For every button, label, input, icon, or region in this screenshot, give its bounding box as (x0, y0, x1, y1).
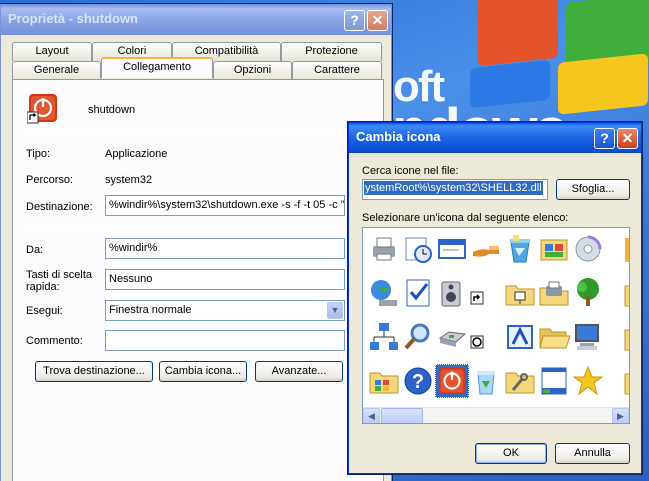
checklist-icon[interactable] (401, 276, 435, 310)
avanzate-button[interactable]: Avanzate... (255, 361, 343, 382)
cd-icon[interactable] (571, 232, 605, 266)
folder-partial2-icon[interactable] (605, 320, 629, 354)
tab-opzioni[interactable]: Opzioni (213, 61, 292, 80)
taskbar-icon[interactable] (537, 364, 571, 398)
icon-grid: ? (363, 228, 629, 408)
tipo-value: Applicazione (105, 148, 168, 160)
esegui-label: Esegui: (26, 305, 63, 317)
globe-icon[interactable] (367, 276, 401, 310)
trova-destinazione-button[interactable]: Trova destinazione... (35, 361, 153, 382)
power-icon (26, 92, 59, 124)
commento-field[interactable] (105, 330, 345, 351)
properties-titlebar[interactable]: Proprietà - shutdown ? ✕ (1, 5, 391, 35)
speaker-icon[interactable] (435, 276, 469, 310)
properties-window: Proprietà - shutdown ? ✕ Layout Colori C… (0, 4, 392, 481)
commento-label: Commento: (26, 335, 83, 347)
tree-icon[interactable] (571, 276, 605, 310)
scroll-thumb[interactable] (381, 408, 423, 423)
folder-partial3-icon[interactable] (605, 364, 629, 398)
change-icon-titlebar[interactable]: Cambia icona ? ✕ (349, 123, 641, 153)
da-label: Da: (26, 244, 44, 256)
tab-collegamento[interactable]: Collegamento (101, 57, 213, 78)
tab-carattere[interactable]: Carattere (292, 61, 382, 80)
control-panel-icon[interactable] (537, 232, 571, 266)
esegui-select[interactable]: Finestra normale ▼ (105, 300, 345, 321)
cancel-button[interactable]: Annulla (555, 443, 630, 464)
folder-partial-icon[interactable] (605, 276, 629, 310)
folder-apps-icon[interactable] (367, 364, 401, 398)
properties-title: Proprietà - shutdown (8, 11, 138, 26)
hand-icon[interactable] (469, 232, 503, 266)
search-file-label: Cerca icone nel file: (362, 165, 459, 177)
search-file-input[interactable]: ystemRoot%\system32\SHELL32.dll (362, 179, 548, 200)
tab-generale[interactable]: Generale (12, 61, 101, 80)
cambia-icona-button[interactable]: Cambia icona... (159, 361, 247, 382)
ok-button[interactable]: OK (475, 443, 547, 464)
da-field[interactable]: %windir% (105, 238, 345, 259)
recycle-full-icon[interactable] (503, 232, 537, 266)
horizontal-scrollbar[interactable]: ◀ ▶ (363, 407, 629, 423)
icon-list-label: Selezionare un'icona dal seguente elenco… (362, 212, 569, 224)
collegamento-panel: shutdown Tipo: Applicazione Percorso: sy… (12, 79, 384, 481)
recycle-empty-icon[interactable] (469, 364, 503, 398)
tasti-label: Tasti di scelta rapida: (26, 269, 93, 293)
settings-window-icon[interactable] (503, 320, 537, 354)
printer-folder-icon[interactable] (537, 276, 571, 310)
folder-tools-icon[interactable] (503, 364, 537, 398)
tab-protezione[interactable]: Protezione (281, 42, 382, 61)
window-icon[interactable] (435, 232, 469, 266)
destinazione-field[interactable]: %windir%\system32\shutdown.exe -s -f -t … (105, 195, 345, 216)
power-icon[interactable] (435, 364, 469, 398)
properties-close-button[interactable]: ✕ (367, 10, 388, 31)
svg-text:?: ? (412, 371, 424, 393)
star-icon[interactable] (571, 364, 605, 398)
partial-icon[interactable] (605, 232, 629, 266)
tab-layout[interactable]: Layout (12, 42, 92, 61)
separator-1 (24, 132, 374, 133)
change-icon-help-button[interactable]: ? (594, 128, 615, 149)
change-icon-title: Cambia icona (356, 129, 441, 144)
folder-network-icon[interactable] (503, 276, 537, 310)
browse-button[interactable]: Sfoglia... (556, 179, 630, 200)
shortcut-arrow-icon[interactable] (469, 276, 503, 310)
search-file-value: ystemRoot%\system32\SHELL32.dll (364, 181, 543, 195)
percorso-value: system32 (105, 174, 153, 186)
chevron-down-icon[interactable]: ▼ (327, 302, 343, 319)
percorso-label: Percorso: (26, 174, 74, 186)
change-icon-close-button[interactable]: ✕ (617, 128, 638, 149)
network-icon[interactable] (367, 320, 401, 354)
drive-icon[interactable] (435, 320, 469, 354)
folder-open-icon[interactable] (537, 320, 571, 354)
help-icon[interactable]: ? (401, 364, 435, 398)
esegui-value: Finestra normale (109, 304, 192, 316)
magnifier-icon[interactable] (401, 320, 435, 354)
tipo-label: Tipo: (26, 148, 51, 160)
tasti-field[interactable]: Nessuno (105, 269, 345, 290)
properties-help-button[interactable]: ? (344, 10, 365, 31)
destinazione-label: Destinazione: (26, 201, 93, 213)
printer-icon[interactable] (367, 232, 401, 266)
scroll-left-icon[interactable]: ◀ (363, 408, 380, 423)
change-icon-dialog: Cambia icona ? ✕ Cerca icone nel file: y… (348, 122, 642, 474)
separator-2 (24, 228, 374, 229)
icon-list[interactable]: ? ◀ ▶ (362, 227, 630, 424)
shortcut-arrow2-icon[interactable] (469, 320, 503, 354)
clock-icon[interactable] (401, 232, 435, 266)
scroll-right-icon[interactable]: ▶ (612, 408, 629, 423)
shortcut-name: shutdown (88, 104, 136, 116)
computer-icon[interactable] (571, 320, 605, 354)
